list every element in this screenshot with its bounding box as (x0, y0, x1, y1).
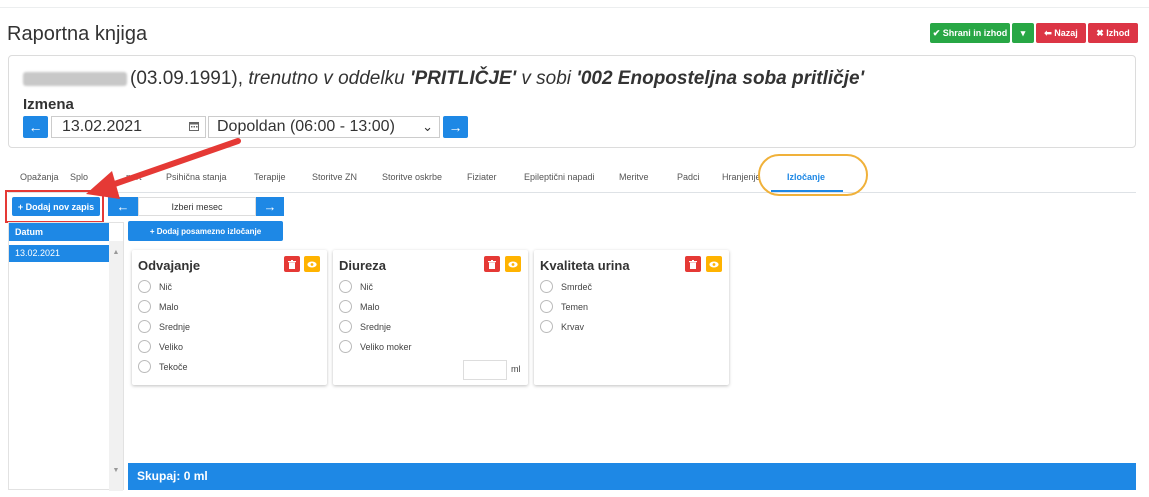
patient-text-room: v sobi (521, 68, 572, 89)
trash-icon[interactable] (284, 256, 300, 272)
prev-shift-button[interactable]: ← (23, 116, 48, 138)
date-list-header: Datum (9, 223, 109, 241)
shift-period-select[interactable]: Dopoldan (06:00 - 13:00) ⌄ (208, 116, 440, 138)
page-title: Raportna knjiga (7, 23, 148, 45)
radio-circle[interactable] (138, 360, 151, 373)
radio-circle[interactable] (339, 280, 352, 293)
radio-circle[interactable] (339, 320, 352, 333)
section-tabs: Opažanja Splo port Psihična stanja Terap… (8, 160, 1136, 193)
radio-option[interactable]: Srednje (138, 320, 190, 333)
tab-meritve[interactable]: Meritve (619, 172, 649, 182)
tab-transport[interactable]: port (126, 172, 142, 182)
eye-icon[interactable] (505, 256, 521, 272)
radio-option[interactable]: Tekoče (138, 360, 188, 373)
radio-option[interactable]: Nič (138, 280, 172, 293)
radio-option[interactable]: Smrdeč (540, 280, 592, 293)
back-button[interactable]: ⬅ Nazaj (1036, 23, 1086, 43)
next-month-button[interactable]: → (256, 197, 284, 216)
exit-button[interactable]: ✖ Izhod (1088, 23, 1138, 43)
save-exit-button[interactable]: ✔ Shrani in izhod (930, 23, 1010, 43)
ml-unit-label: ml (511, 364, 521, 374)
radio-circle[interactable] (540, 280, 553, 293)
total-label: Skupaj: (137, 469, 181, 483)
trash-icon[interactable] (484, 256, 500, 272)
total-bar: Skupaj: 0 ml (128, 463, 1136, 490)
tab-storitve-oskrbe[interactable]: Storitve oskrbe (382, 172, 442, 182)
radio-option[interactable]: Nič (339, 280, 373, 293)
scroll-down-icon[interactable]: ▼ (109, 465, 123, 477)
calendar-icon[interactable] (189, 118, 199, 138)
card-diureza: Diureza Nič Malo Srednje Veliko moker ml (333, 250, 528, 385)
tab-fiziater[interactable]: Fiziater (467, 172, 497, 182)
date-list: Datum 13.02.2021 ▲ ▼ (8, 222, 124, 491)
tab-terapije[interactable]: Terapije (254, 172, 286, 182)
patient-birthdate: (03.09.1991), (130, 68, 244, 89)
shift-period-value: Dopoldan (06:00 - 13:00) (217, 118, 395, 135)
patient-name-redacted (23, 71, 127, 86)
shift-label: Izmena (23, 96, 74, 113)
card-kvaliteta-urina: Kvaliteta urina Smrdeč Temen Krvav (534, 250, 729, 385)
diureza-ml-input[interactable] (463, 360, 507, 380)
patient-ward: 'PRITLIČJE' (409, 68, 517, 89)
card-odvajanje: Odvajanje Nič Malo Srednje Veliko Tekoče (132, 250, 327, 385)
radio-circle[interactable] (540, 320, 553, 333)
card-title: Diureza (339, 258, 386, 273)
shift-date-value: 13.02.2021 (62, 118, 143, 135)
month-picker[interactable]: Izberi mesec (138, 197, 256, 216)
total-value: 0 ml (183, 469, 208, 483)
chevron-down-icon: ⌄ (422, 119, 433, 134)
radio-circle[interactable] (138, 320, 151, 333)
patient-info-card: (03.09.1991), trenutno v oddelku 'PRITLI… (8, 55, 1136, 148)
radio-circle[interactable] (339, 300, 352, 313)
prev-month-button[interactable]: ← (108, 197, 138, 216)
radio-option[interactable]: Malo (339, 300, 380, 313)
card-title: Odvajanje (138, 258, 201, 273)
radio-option[interactable]: Temen (540, 300, 588, 313)
radio-circle[interactable] (540, 300, 553, 313)
add-single-excretion-button[interactable]: + Dodaj posamezno izločanje (128, 221, 283, 241)
radio-circle[interactable] (339, 340, 352, 353)
radio-option[interactable]: Veliko moker (339, 340, 412, 353)
radio-circle[interactable] (138, 340, 151, 353)
patient-line: (03.09.1991), trenutno v oddelku 'PRITLI… (23, 68, 864, 90)
save-options-caret-button[interactable]: ▾ (1012, 23, 1034, 43)
radio-option[interactable]: Veliko (138, 340, 183, 353)
active-tab-highlight-annotation (758, 154, 868, 196)
tab-psihicna-stanja[interactable]: Psihična stanja (166, 172, 227, 182)
date-list-scrollbar[interactable]: ▲ ▼ (109, 241, 123, 491)
trash-icon[interactable] (685, 256, 701, 272)
add-entry-highlight-annotation (5, 190, 104, 223)
tab-padci[interactable]: Padci (677, 172, 700, 182)
radio-option[interactable]: Krvav (540, 320, 584, 333)
radio-circle[interactable] (138, 280, 151, 293)
tab-hranjenje[interactable]: Hranjenje (722, 172, 761, 182)
eye-icon[interactable] (706, 256, 722, 272)
eye-icon[interactable] (304, 256, 320, 272)
tab-epilepticni-napadi[interactable]: Epileptični napadi (524, 172, 595, 182)
patient-room: '002 Enoposteljna soba pritličje' (576, 68, 865, 89)
patient-text-ward: trenutno v oddelku (248, 68, 405, 89)
card-title: Kvaliteta urina (540, 258, 630, 273)
radio-circle[interactable] (138, 300, 151, 313)
radio-option[interactable]: Malo (138, 300, 179, 313)
radio-option[interactable]: Srednje (339, 320, 391, 333)
top-divider (0, 7, 1149, 8)
shift-date-input[interactable]: 13.02.2021 (51, 116, 206, 138)
next-shift-button[interactable]: → (443, 116, 468, 138)
tab-storitve-zn[interactable]: Storitve ZN (312, 172, 357, 182)
tab-opazanja[interactable]: Opažanja (20, 172, 59, 182)
date-list-item[interactable]: 13.02.2021 (9, 245, 109, 262)
tab-splosno[interactable]: Splo (70, 172, 88, 182)
scroll-up-icon[interactable]: ▲ (109, 247, 123, 259)
